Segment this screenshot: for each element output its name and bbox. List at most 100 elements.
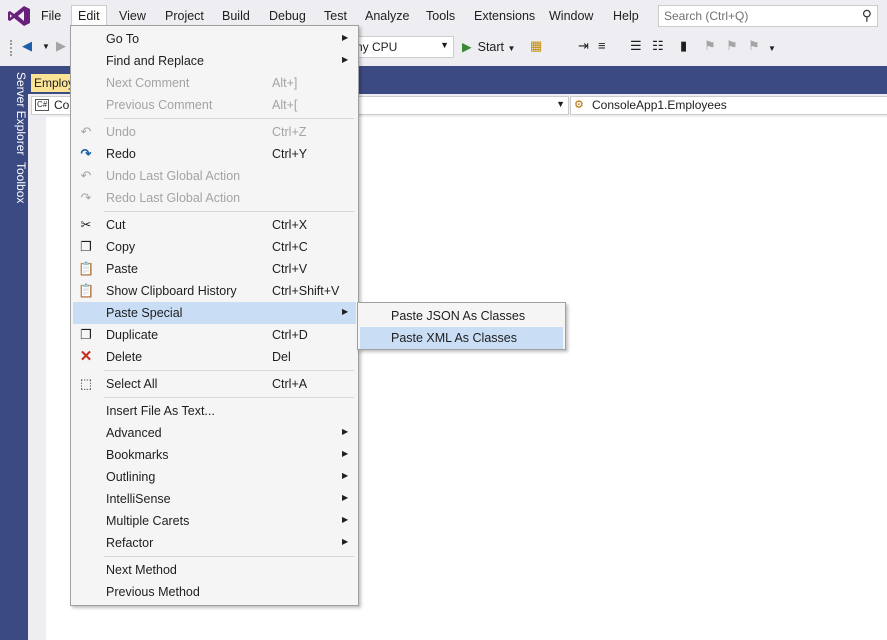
menu-test[interactable]: Test: [317, 6, 354, 26]
menu-duplicate[interactable]: ❐ Duplicate Ctrl+D: [73, 324, 356, 346]
prev-bookmark-icon[interactable]: ⚑: [704, 38, 716, 54]
csharp-file-icon: C#: [35, 99, 50, 111]
clear-bookmarks-icon[interactable]: ⚑: [748, 38, 760, 54]
menu-item-label: Undo Last Global Action: [106, 169, 241, 183]
menu-advanced[interactable]: Advanced ▶: [73, 422, 356, 444]
menu-item-label: Go To: [106, 32, 140, 46]
submenu-arrow-icon: ▶: [342, 493, 349, 502]
menu-item-label: Select All: [106, 377, 158, 391]
menu-undo-global[interactable]: ↶ Undo Last Global Action: [73, 165, 356, 187]
paste-json-as-classes[interactable]: Paste JSON As Classes: [360, 305, 563, 327]
menu-select-all[interactable]: ⬚ Select All Ctrl+A: [73, 373, 356, 395]
menu-view[interactable]: View: [112, 6, 153, 26]
browse-icon[interactable]: ▦: [530, 38, 542, 54]
menu-previous-method[interactable]: Previous Method: [73, 581, 356, 603]
menu-paste-special[interactable]: Paste Special ▶: [73, 302, 356, 324]
shortcut-label: Ctrl+A: [272, 377, 308, 391]
menu-next-comment[interactable]: Next Comment Alt+]: [73, 72, 356, 94]
menu-separator: [104, 370, 354, 371]
forward-icon[interactable]: ▶: [56, 38, 66, 54]
platform-value: ny CPU: [356, 40, 398, 54]
menu-separator: [104, 556, 354, 557]
shortcut-label: Del: [272, 350, 291, 364]
menu-separator: [104, 118, 354, 119]
menu-item-label: Redo Last Global Action: [106, 191, 241, 205]
menu-item-label: Cut: [106, 218, 126, 232]
platform-combo[interactable]: ny CPU ▼: [350, 36, 454, 58]
comment-icon[interactable]: ☰: [630, 38, 642, 54]
menu-item-label: Redo: [106, 147, 136, 161]
toolbar-overflow-icon[interactable]: ▼: [768, 44, 776, 53]
start-button[interactable]: ▶ Start ▼: [462, 39, 515, 54]
menu-paste[interactable]: 📋 Paste Ctrl+V: [73, 258, 356, 280]
menu-extensions[interactable]: Extensions: [467, 6, 542, 26]
menu-build[interactable]: Build: [215, 6, 257, 26]
submenu-arrow-icon: ▶: [342, 307, 349, 316]
type-dropdown[interactable]: ⚙ ConsoleApp1.Employees: [570, 96, 887, 115]
back-icon[interactable]: ◀: [22, 38, 32, 54]
menu-analyze[interactable]: Analyze: [358, 6, 416, 26]
search-placeholder: Search (Ctrl+Q): [664, 9, 749, 23]
menu-go-to[interactable]: Go To ▶: [73, 28, 356, 50]
menu-insert-file[interactable]: Insert File As Text...: [73, 400, 356, 422]
menu-project[interactable]: Project: [158, 6, 211, 26]
clipboard-icon: 📋: [78, 261, 95, 276]
menu-debug[interactable]: Debug: [262, 6, 313, 26]
menu-item-label: IntelliSense: [106, 492, 171, 506]
paste-special-submenu: Paste JSON As Classes Paste XML As Class…: [357, 302, 566, 350]
menu-item-label: Insert File As Text...: [106, 404, 215, 418]
toolbar-grip[interactable]: [10, 40, 15, 56]
shortcut-label: Alt+[: [272, 98, 298, 112]
menu-item-label: Previous Method: [106, 585, 200, 599]
menu-intellisense[interactable]: IntelliSense ▶: [73, 488, 356, 510]
menu-previous-comment[interactable]: Previous Comment Alt+[: [73, 94, 356, 116]
shortcut-label: Ctrl+C: [272, 240, 308, 254]
menu-outlining[interactable]: Outlining ▶: [73, 466, 356, 488]
shortcut-label: Ctrl+V: [272, 262, 308, 276]
menu-redo-global[interactable]: ↷ Redo Last Global Action: [73, 187, 356, 209]
redo-global-icon: ↷: [80, 190, 92, 205]
menu-item-label: Outlining: [106, 470, 156, 484]
menu-cut[interactable]: ✂ Cut Ctrl+X: [73, 214, 356, 236]
menu-redo[interactable]: ↷ Redo Ctrl+Y: [73, 143, 356, 165]
bookmark-icon[interactable]: ▮: [680, 38, 687, 54]
undo-icon: ↶: [80, 124, 92, 139]
menu-clipboard-history[interactable]: 📋 Show Clipboard History Ctrl+Shift+V: [73, 280, 356, 302]
server-explorer-tab[interactable]: Server Explorer: [0, 72, 28, 155]
menu-bookmarks[interactable]: Bookmarks ▶: [73, 444, 356, 466]
clipboard-history-icon: 📋: [78, 283, 95, 298]
paste-xml-as-classes[interactable]: Paste XML As Classes: [360, 327, 563, 349]
back-dropdown-icon[interactable]: ▼: [42, 42, 50, 51]
menu-find-replace[interactable]: Find and Replace ▶: [73, 50, 356, 72]
shortcut-label: Ctrl+X: [272, 218, 308, 232]
menu-tools[interactable]: Tools: [419, 6, 462, 26]
submenu-arrow-icon: ▶: [342, 427, 349, 436]
editor-margin: [28, 117, 46, 640]
menu-copy[interactable]: ❐ Copy Ctrl+C: [73, 236, 356, 258]
menu-item-label: Paste Special: [106, 306, 183, 320]
search-input[interactable]: Search (Ctrl+Q) ⚲: [658, 5, 878, 27]
uncomment-icon[interactable]: ☷: [652, 38, 664, 54]
next-bookmark-icon[interactable]: ⚑: [726, 38, 738, 54]
menu-multiple-carets[interactable]: Multiple Carets ▶: [73, 510, 356, 532]
menu-window[interactable]: Window: [542, 6, 600, 26]
edit-menu: Go To ▶ Find and Replace ▶ Next Comment …: [70, 25, 359, 606]
shortcut-label: Ctrl+Z: [272, 125, 307, 139]
step-icon[interactable]: ⇥: [578, 38, 589, 54]
menu-undo[interactable]: ↶ Undo Ctrl+Z: [73, 121, 356, 143]
submenu-arrow-icon: ▶: [342, 471, 349, 480]
menu-file[interactable]: File: [34, 6, 68, 26]
menu-help[interactable]: Help: [606, 6, 646, 26]
menu-next-method[interactable]: Next Method: [73, 559, 356, 581]
menu-item-label: Bookmarks: [106, 448, 169, 462]
format-icon[interactable]: ≡: [598, 38, 606, 53]
submenu-arrow-icon: ▶: [342, 449, 349, 458]
menu-item-label: Next Comment: [106, 76, 190, 90]
menu-refactor[interactable]: Refactor ▶: [73, 532, 356, 554]
menu-delete[interactable]: ✕ Delete Del: [73, 346, 356, 368]
toolbox-tab[interactable]: Toolbox: [0, 162, 28, 203]
menu-item-label: Paste JSON As Classes: [391, 309, 526, 323]
start-dropdown-icon: ▼: [507, 44, 516, 53]
menu-item-label: Next Method: [106, 563, 177, 577]
search-icon: ⚲: [861, 7, 872, 23]
